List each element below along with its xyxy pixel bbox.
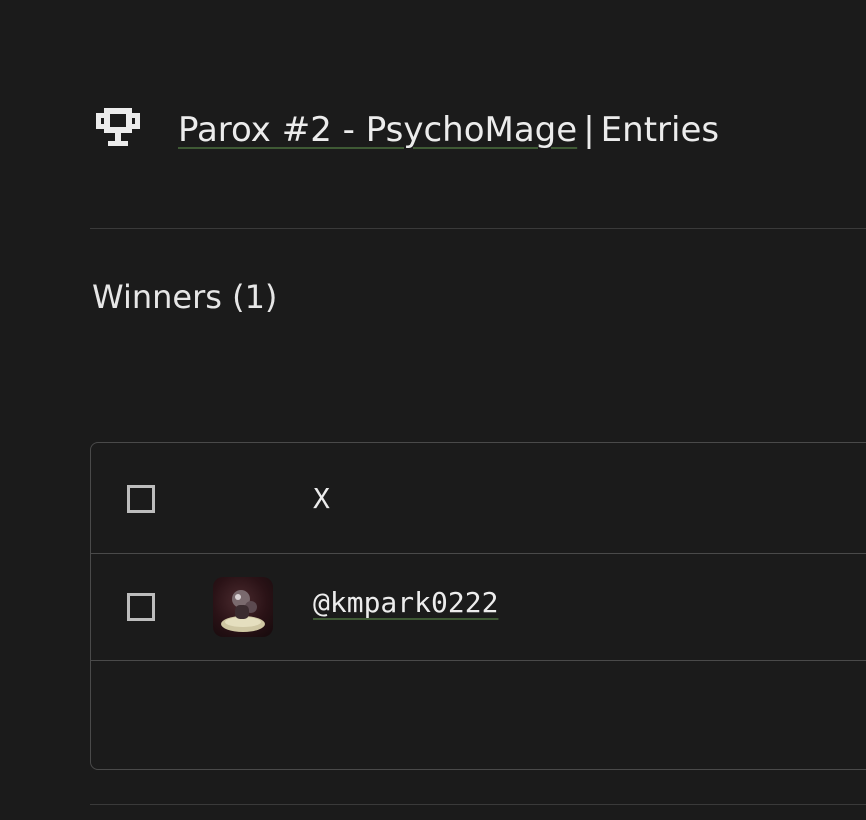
select-all-checkbox[interactable] (127, 485, 155, 513)
table-header-row: X (91, 443, 866, 554)
winner-handle-link[interactable]: @kmpark0222 (313, 583, 498, 623)
title-separator: | (583, 110, 595, 150)
giveaway-title-link[interactable]: Parox #2 - PsychoMage (178, 105, 577, 155)
winners-heading: Winners (1) (92, 278, 278, 316)
table-row: @kmpark0222 (91, 553, 866, 661)
title-suffix: Entries (600, 110, 720, 150)
column-header-x: X (313, 482, 330, 515)
winners-table: X @kmpark0222 (90, 442, 866, 770)
page-header: Parox #2 - PsychoMage | Entries (93, 105, 719, 155)
footer-divider (90, 804, 866, 805)
row-checkbox[interactable] (127, 593, 155, 621)
avatar (213, 577, 273, 637)
page-title: Parox #2 - PsychoMage | Entries (178, 105, 719, 155)
avatar-image (221, 590, 265, 632)
header-divider (90, 228, 866, 229)
trophy-icon (96, 108, 140, 146)
